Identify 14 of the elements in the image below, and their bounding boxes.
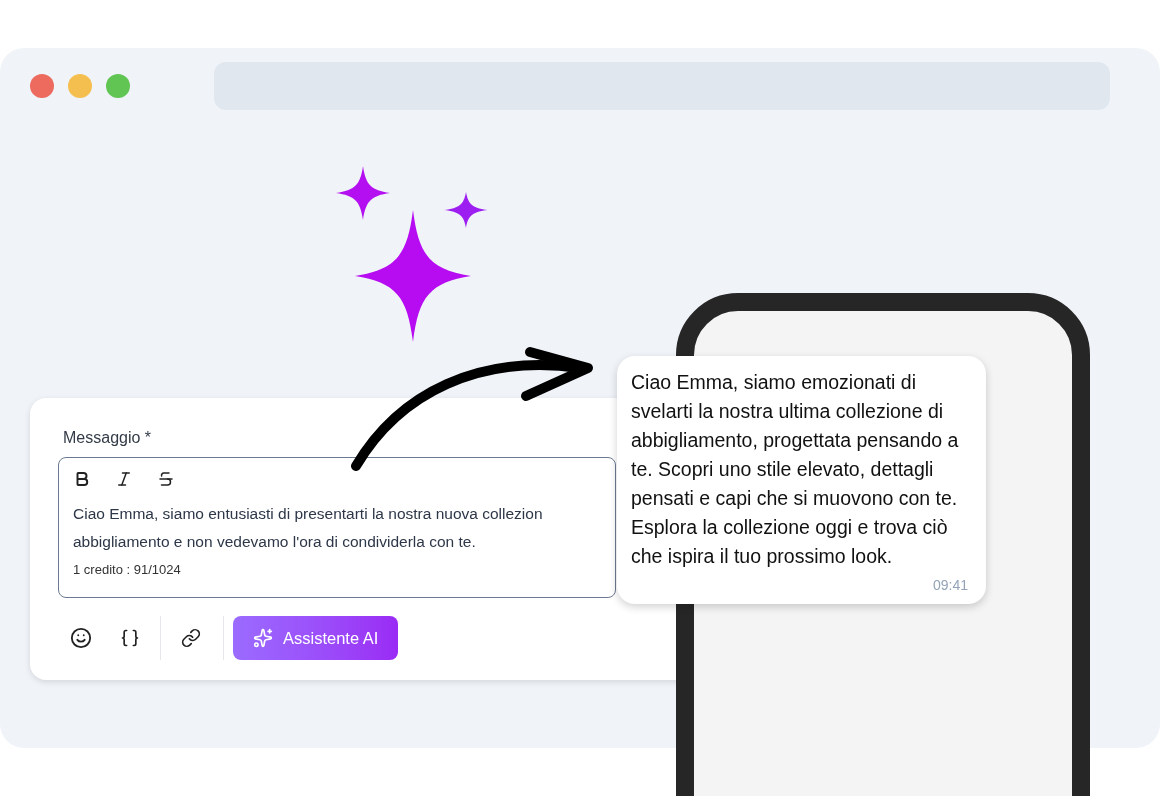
emoji-icon[interactable] bbox=[70, 627, 92, 649]
message-text-line: Ciao Emma, siamo entusiasti di presentarti la nostra nuova collezion bbox=[73, 504, 543, 524]
link-icon[interactable] bbox=[181, 628, 201, 648]
field-label: Messaggio * bbox=[63, 428, 152, 448]
message-editor[interactable]: Ciao Emma, siamo entusiasti di presentarti la nostra nuova collezion abbigliamento e non vedevamo l'ora di condividerla con te. 1 credito : 91/1024 bbox=[58, 457, 616, 598]
message-text-line: abbigliamento e non vedevamo l'ora di condividerla con te. bbox=[73, 532, 476, 552]
ai-assistant-button[interactable]: Assistente AI bbox=[233, 616, 399, 660]
credit-counter: 1 credito : 91/1024 bbox=[73, 561, 181, 579]
strikethrough-icon[interactable] bbox=[157, 470, 175, 488]
italic-icon[interactable] bbox=[115, 470, 133, 488]
sparkle-icon bbox=[253, 628, 273, 648]
message-time: 09:41 bbox=[932, 576, 968, 595]
variable-braces-icon[interactable] bbox=[120, 628, 140, 648]
bubble-message: Ciao Emma, siamo emozionati di svelarti la nostra ultima collezione di abbigliamento, progettata pensando a te. Scopri uno stile elevato, dettagli pensati e capi che si muovono con te. Esplora la collezione oggi e trova ciò che ispira il tuo prossimo look. bbox=[631, 370, 960, 569]
